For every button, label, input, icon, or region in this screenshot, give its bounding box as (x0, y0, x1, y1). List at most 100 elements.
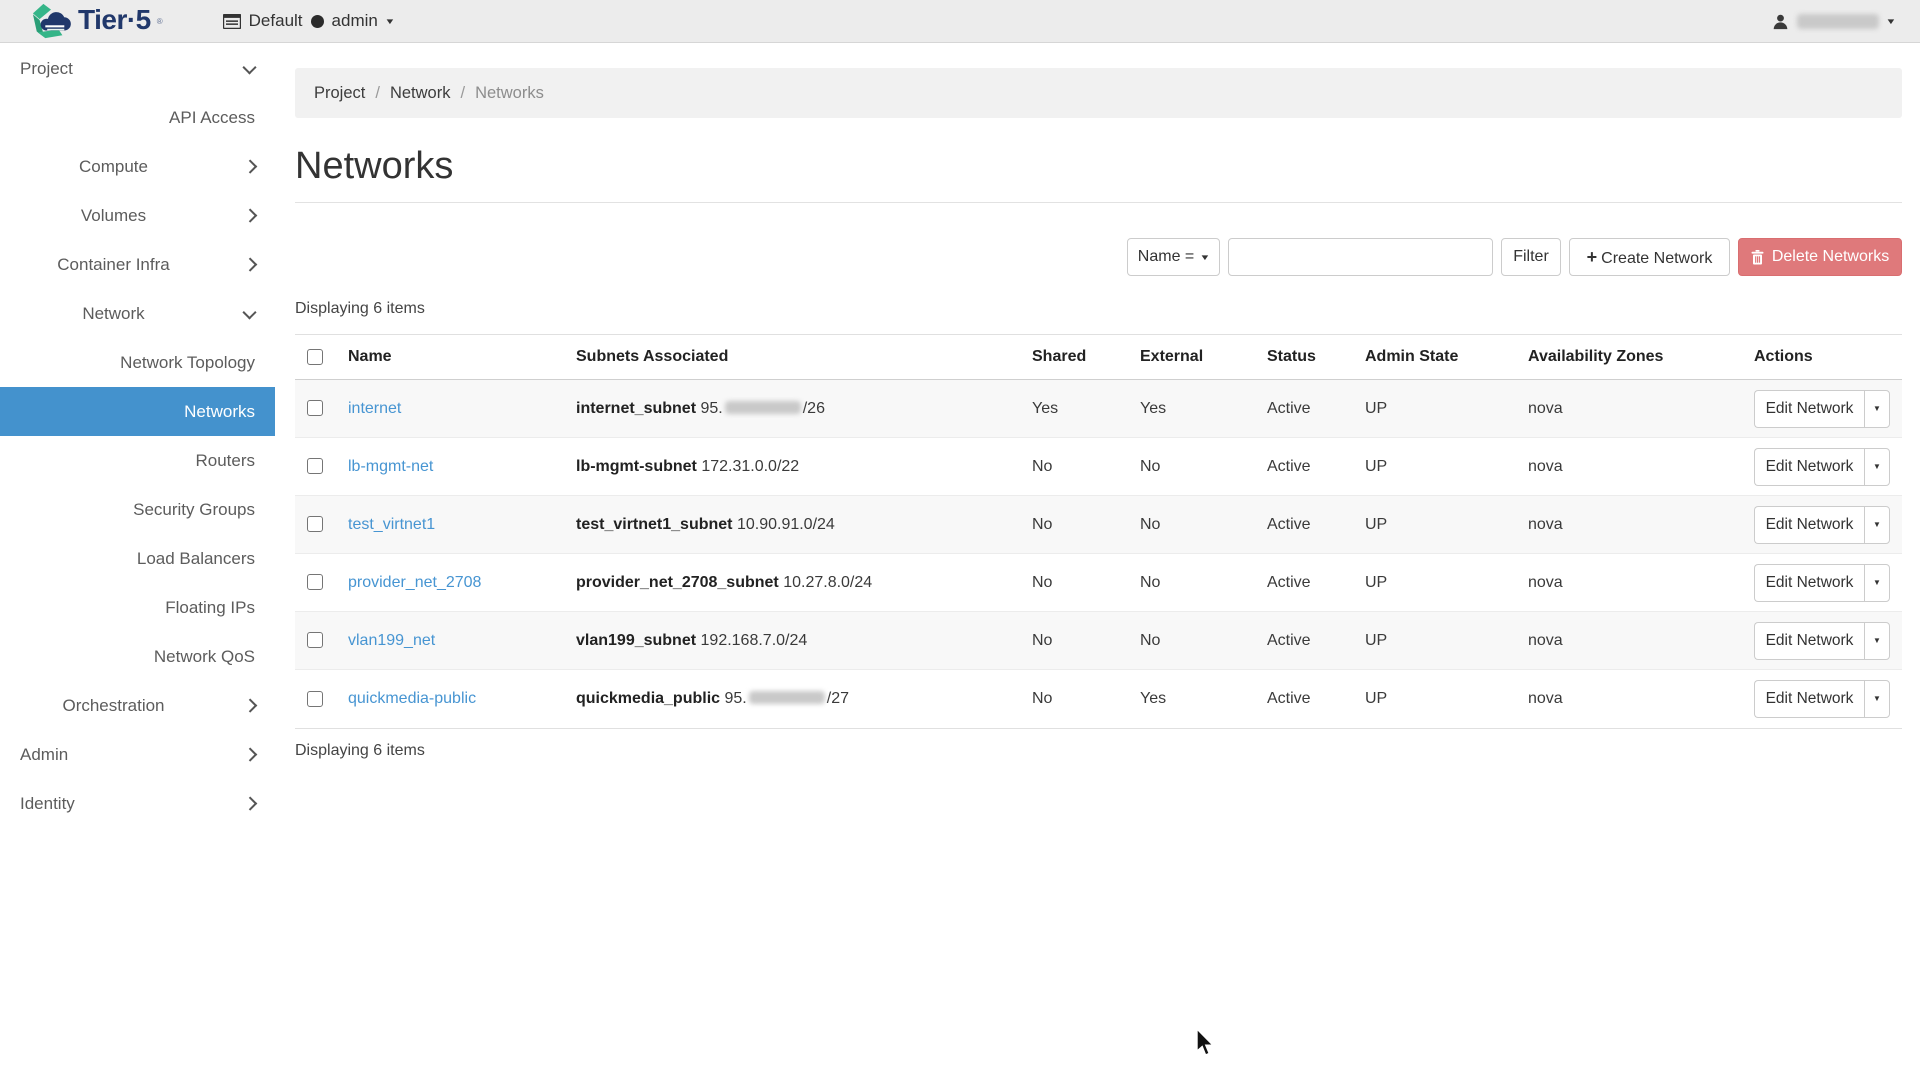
cidr-redacted (749, 691, 825, 704)
filter-field-dropdown[interactable]: Name = ▼ (1127, 238, 1220, 276)
sidebar-item-compute[interactable]: Compute (0, 142, 275, 191)
subnet-name: test_virtnet1_subnet (576, 516, 733, 533)
sidebar-item-network[interactable]: Network (0, 289, 275, 338)
edit-network-button[interactable]: Edit Network (1754, 390, 1864, 428)
sidebar-item-volumes[interactable]: Volumes (0, 191, 275, 240)
edit-network-dropdown-toggle[interactable]: ▼ (1864, 390, 1890, 428)
filter-button[interactable]: Filter (1501, 238, 1561, 276)
availability-zones-value: nova (1516, 496, 1742, 554)
sidebar-item-floating-ips[interactable]: Floating IPs (0, 583, 275, 632)
subnet-name: provider_net_2708_subnet (576, 574, 779, 591)
registered-mark: ® (157, 17, 163, 26)
items-count-bottom: Displaying 6 items (295, 729, 1902, 760)
admin-state-value: UP (1353, 670, 1516, 728)
table-row: provider_net_2708 provider_net_2708_subn… (295, 554, 1902, 612)
separator-dot (311, 15, 324, 28)
delete-networks-button[interactable]: Delete Networks (1738, 238, 1902, 276)
row-checkbox[interactable] (307, 458, 323, 474)
admin-state-value: UP (1353, 496, 1516, 554)
subnet-name: lb-mgmt-subnet (576, 458, 697, 475)
subnet-name: quickmedia_public (576, 690, 720, 707)
col-header-status: Status (1255, 335, 1353, 380)
sidebar-nav: Project API Access Compute Volumes Conta… (0, 44, 275, 1080)
sidebar-item-security-groups[interactable]: Security Groups (0, 485, 275, 534)
row-checkbox[interactable] (307, 632, 323, 648)
domain-name: Default (249, 11, 303, 31)
table-row: internet internet_subnet 95./26 Yes Yes … (295, 380, 1902, 438)
edit-network-dropdown-toggle[interactable]: ▼ (1864, 448, 1890, 486)
create-network-button[interactable]: +Create Network (1569, 238, 1730, 276)
sidebar-item-network-topology[interactable]: Network Topology (0, 338, 275, 387)
external-value: No (1128, 496, 1255, 554)
breadcrumb-separator: / (375, 84, 380, 103)
breadcrumb-project[interactable]: Project (314, 84, 365, 103)
mouse-cursor (1196, 1029, 1218, 1059)
sidebar-item-label: Network (0, 304, 275, 324)
network-name-link[interactable]: quickmedia-public (348, 690, 476, 707)
sidebar-item-project[interactable]: Project (0, 44, 275, 93)
chevron-down-icon: ▼ (1885, 17, 1896, 26)
availability-zones-value: nova (1516, 670, 1742, 728)
admin-state-value: UP (1353, 612, 1516, 670)
network-name-link[interactable]: internet (348, 400, 401, 417)
status-value: Active (1255, 670, 1353, 728)
sidebar-item-api-access[interactable]: API Access (0, 93, 275, 142)
edit-network-dropdown-toggle[interactable]: ▼ (1864, 506, 1890, 544)
sidebar-item-orchestration[interactable]: Orchestration (0, 681, 275, 730)
sidebar-item-load-balancers[interactable]: Load Balancers (0, 534, 275, 583)
network-name-link[interactable]: vlan199_net (348, 632, 435, 649)
brand-logo[interactable]: Tier·5® (30, 2, 163, 40)
external-value: Yes (1128, 670, 1255, 728)
subnet-cidr: 95. (725, 690, 747, 707)
row-actions: Edit Network ▼ (1754, 622, 1890, 660)
admin-state-value: UP (1353, 438, 1516, 496)
edit-network-button[interactable]: Edit Network (1754, 448, 1864, 486)
domain-project-switcher[interactable]: Default admin ▼ (223, 11, 394, 31)
user-menu[interactable]: ▼ (1772, 0, 1895, 43)
external-value: No (1128, 612, 1255, 670)
sidebar-item-label: Routers (0, 451, 275, 471)
col-header-name[interactable]: Name (336, 335, 564, 380)
table-header-row: Name Subnets Associated Shared External … (295, 335, 1902, 380)
chevron-down-icon: ▼ (384, 17, 395, 26)
row-checkbox[interactable] (307, 400, 323, 416)
subnet-name: vlan199_subnet (576, 632, 696, 649)
edit-network-dropdown-toggle[interactable]: ▼ (1864, 564, 1890, 602)
select-all-checkbox[interactable] (307, 349, 323, 365)
chevron-down-icon: ▼ (1200, 253, 1211, 262)
sidebar-item-routers[interactable]: Routers (0, 436, 275, 485)
edit-network-button[interactable]: Edit Network (1754, 622, 1864, 660)
row-actions: Edit Network ▼ (1754, 680, 1890, 718)
subnet-cidr: 192.168.7.0/24 (701, 632, 808, 649)
edit-network-button[interactable]: Edit Network (1754, 564, 1864, 602)
sidebar-item-network-qos[interactable]: Network QoS (0, 632, 275, 681)
table-row: quickmedia-public quickmedia_public 95./… (295, 670, 1902, 728)
network-name-link[interactable]: provider_net_2708 (348, 574, 481, 591)
breadcrumb-network[interactable]: Network (390, 84, 451, 103)
row-checkbox[interactable] (307, 691, 323, 707)
sidebar-item-container-infra[interactable]: Container Infra (0, 240, 275, 289)
sidebar-item-identity[interactable]: Identity (0, 779, 275, 828)
col-header-admin-state: Admin State (1353, 335, 1516, 380)
filter-input[interactable] (1228, 238, 1493, 276)
row-checkbox[interactable] (307, 574, 323, 590)
edit-network-dropdown-toggle[interactable]: ▼ (1864, 680, 1890, 718)
edit-network-dropdown-toggle[interactable]: ▼ (1864, 622, 1890, 660)
admin-state-value: UP (1353, 380, 1516, 438)
sidebar-item-label: Network QoS (0, 647, 275, 667)
sidebar-item-admin[interactable]: Admin (0, 730, 275, 779)
sidebar-item-label: API Access (0, 108, 275, 128)
edit-network-button[interactable]: Edit Network (1754, 680, 1864, 718)
main-content: Project/Network/Networks Networks Name =… (275, 44, 1920, 760)
edit-network-button[interactable]: Edit Network (1754, 506, 1864, 544)
sidebar-item-label: Compute (0, 157, 275, 177)
shared-value: No (1020, 438, 1128, 496)
status-value: Active (1255, 496, 1353, 554)
row-checkbox[interactable] (307, 516, 323, 532)
row-actions: Edit Network ▼ (1754, 564, 1890, 602)
network-name-link[interactable]: test_virtnet1 (348, 516, 435, 533)
col-header-shared: Shared (1020, 335, 1128, 380)
network-name-link[interactable]: lb-mgmt-net (348, 458, 433, 475)
external-value: Yes (1128, 380, 1255, 438)
sidebar-item-networks[interactable]: Networks (0, 387, 275, 436)
